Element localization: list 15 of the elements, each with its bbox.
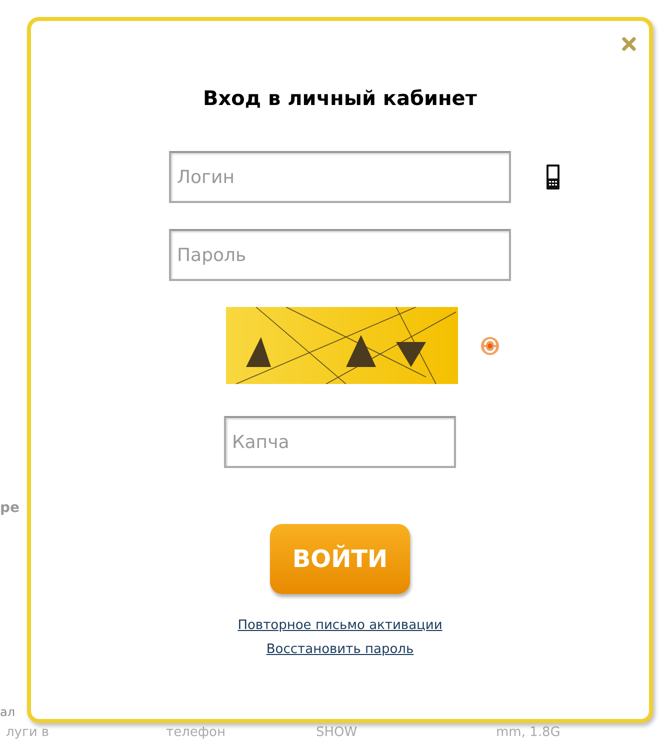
input-field[interactable]: Пароль (169, 229, 511, 281)
dialog-title: Вход в личный кабинет (203, 85, 477, 111)
page-text: SHOW (316, 724, 358, 742)
page-text: ре (0, 500, 20, 516)
close-icon[interactable] (621, 36, 637, 52)
page-text: ал (0, 705, 16, 719)
refresh-icon[interactable] (480, 336, 500, 356)
input-field[interactable]: Логин (169, 151, 511, 203)
page-text: mm, 1.8G (496, 724, 562, 742)
link[interactable]: Повторное письмо активации (238, 614, 442, 638)
page-text: луги в (6, 724, 50, 742)
phone-icon[interactable] (546, 164, 560, 190)
captcha-field[interactable]: Капча (224, 416, 456, 468)
page-text: телефон (166, 724, 226, 742)
link[interactable]: Восстановить пароль (266, 638, 414, 662)
